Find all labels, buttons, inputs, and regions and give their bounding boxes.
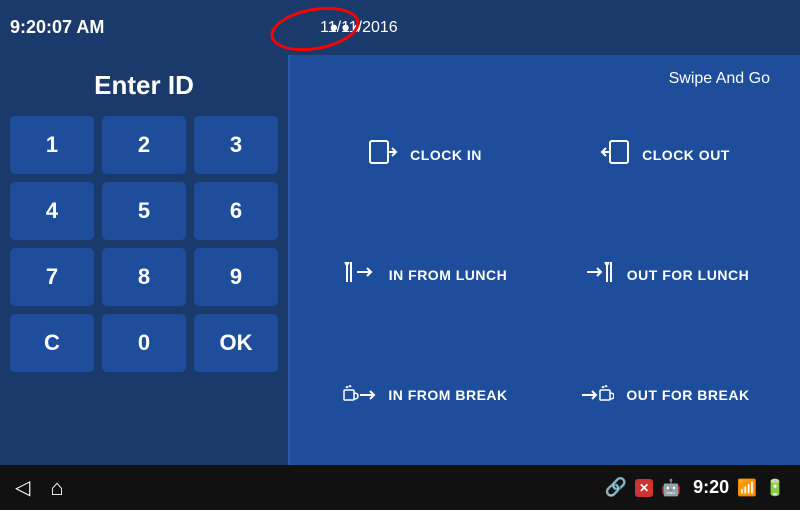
out-for-break-button[interactable]: OUT FOR BREAK: [550, 340, 780, 450]
num-btn-ok[interactable]: OK: [194, 314, 278, 372]
time-display: 9:20:07 AM: [10, 17, 104, 38]
in-from-lunch-label: IN FROM LUNCH: [389, 267, 508, 283]
num-btn-clear[interactable]: C: [10, 314, 94, 372]
num-btn-9[interactable]: 9: [194, 248, 278, 306]
link-icon: 🔗: [605, 477, 627, 498]
in-from-lunch-icon: [343, 258, 377, 293]
battery-icon: 🔋: [765, 478, 785, 498]
menu-dots-button[interactable]: •••: [330, 15, 365, 41]
nav-icons: ◁ ⌂: [15, 475, 64, 501]
top-bar: 9:20:07 AM 11/11/2016 •••: [0, 0, 800, 55]
numpad: 1 2 3 4 5 6 7 8 9 C 0 OK: [10, 116, 278, 372]
numpad-panel: Enter ID 1 2 3 4 5 6 7 8 9 C 0 OK: [0, 55, 290, 465]
num-btn-4[interactable]: 4: [10, 182, 94, 240]
in-from-break-button[interactable]: IN FROM BREAK: [310, 340, 540, 450]
status-icons: 🔗 ✕ 🤖 9:20 📶 🔋: [605, 477, 785, 498]
clock-in-label: CLOCK IN: [410, 147, 482, 163]
action-grid: CLOCK IN CLOCK OUT: [310, 100, 780, 450]
robot-icon: 🤖: [661, 478, 681, 498]
status-time: 9:20: [693, 477, 729, 498]
out-for-lunch-label: OUT FOR LUNCH: [627, 267, 749, 283]
home-icon[interactable]: ⌂: [50, 475, 63, 501]
in-from-lunch-button[interactable]: IN FROM LUNCH: [310, 220, 540, 330]
clock-out-icon: [600, 137, 630, 174]
clock-out-label: CLOCK OUT: [642, 147, 730, 163]
num-btn-5[interactable]: 5: [102, 182, 186, 240]
num-btn-2[interactable]: 2: [102, 116, 186, 174]
wifi-icon: 📶: [737, 478, 757, 498]
num-btn-6[interactable]: 6: [194, 182, 278, 240]
clock-in-button[interactable]: CLOCK IN: [310, 100, 540, 210]
in-from-break-icon: [342, 378, 376, 413]
clock-in-icon: [368, 137, 398, 174]
num-btn-0[interactable]: 0: [102, 314, 186, 372]
num-btn-3[interactable]: 3: [194, 116, 278, 174]
out-for-break-label: OUT FOR BREAK: [626, 387, 749, 403]
swipe-and-go-panel: Swipe And Go CLOCK IN: [290, 55, 800, 465]
bottom-bar: ◁ ⌂ 🔗 ✕ 🤖 9:20 📶 🔋: [0, 465, 800, 510]
swipe-label: Swipe And Go: [310, 70, 780, 88]
out-for-lunch-icon: [581, 258, 615, 293]
num-btn-8[interactable]: 8: [102, 248, 186, 306]
out-for-lunch-button[interactable]: OUT FOR LUNCH: [550, 220, 780, 330]
clock-out-button[interactable]: CLOCK OUT: [550, 100, 780, 210]
out-for-break-icon: [580, 378, 614, 413]
num-btn-1[interactable]: 1: [10, 116, 94, 174]
enter-id-label: Enter ID: [94, 70, 194, 101]
back-icon[interactable]: ◁: [15, 475, 30, 500]
in-from-break-label: IN FROM BREAK: [388, 387, 507, 403]
main-content: Enter ID 1 2 3 4 5 6 7 8 9 C 0 OK Swipe …: [0, 55, 800, 465]
num-btn-7[interactable]: 7: [10, 248, 94, 306]
x-badge: ✕: [635, 479, 653, 497]
